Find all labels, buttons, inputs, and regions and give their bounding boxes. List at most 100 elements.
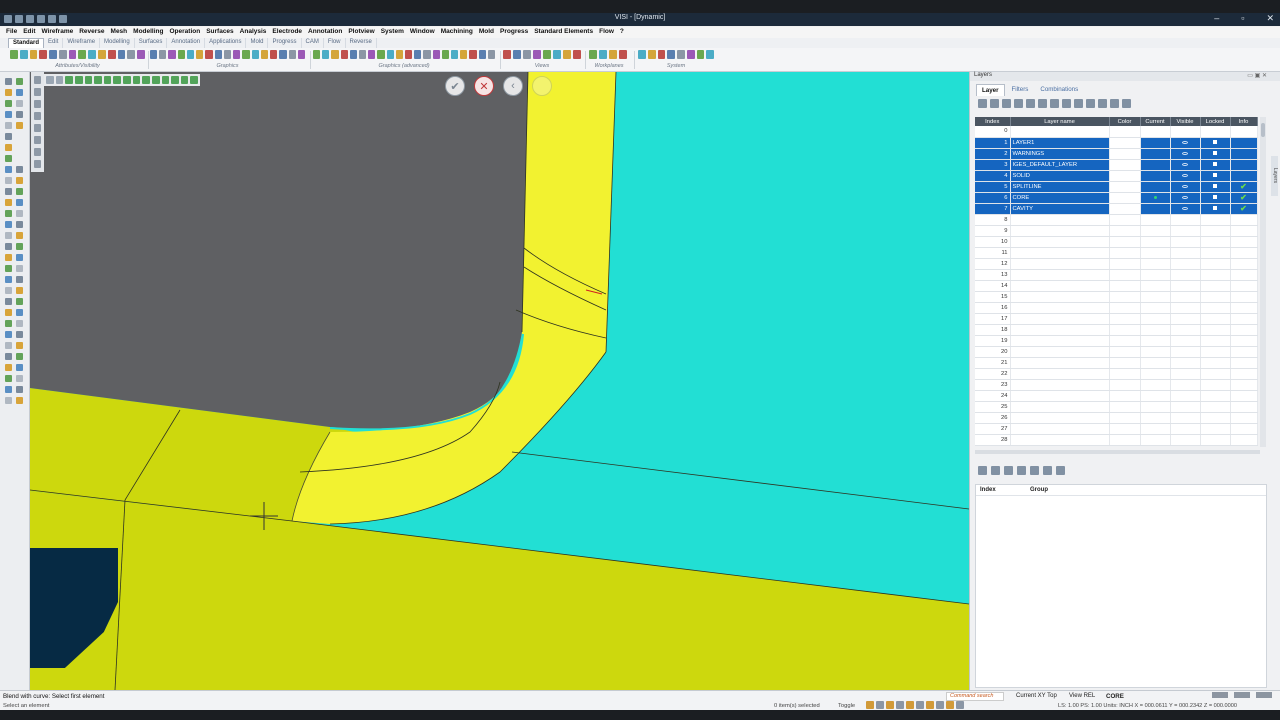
layer-index[interactable]: 8 bbox=[975, 214, 1011, 226]
layer-current[interactable] bbox=[1140, 269, 1171, 281]
eye-icon[interactable] bbox=[1182, 173, 1188, 177]
eye-icon[interactable] bbox=[1182, 140, 1188, 144]
eye-icon[interactable] bbox=[1182, 162, 1188, 166]
tab-flow[interactable]: Flow bbox=[324, 38, 346, 48]
layer-current[interactable] bbox=[1140, 379, 1171, 391]
layer-color[interactable] bbox=[1109, 214, 1141, 226]
layer-name[interactable]: CAVITY bbox=[1010, 203, 1110, 215]
group-tool-icon[interactable] bbox=[991, 466, 1000, 475]
layer-current[interactable] bbox=[1140, 214, 1171, 226]
left-tool-icon[interactable] bbox=[5, 375, 12, 382]
menu-machining[interactable]: Machining bbox=[438, 27, 476, 38]
layer-row[interactable]: 4 SOLID bbox=[975, 170, 1258, 182]
status-control-icon[interactable] bbox=[1212, 692, 1228, 698]
left-tool-icon[interactable] bbox=[16, 265, 23, 272]
layer-index[interactable]: 4 bbox=[975, 170, 1011, 182]
toolbar-tool-icon[interactable] bbox=[423, 50, 431, 59]
filter-icon[interactable] bbox=[142, 76, 150, 84]
layer-current[interactable] bbox=[1140, 412, 1171, 424]
left-tool-icon[interactable] bbox=[16, 397, 23, 404]
toolbar-tool-icon[interactable] bbox=[68, 50, 77, 59]
left-tool-icon[interactable] bbox=[16, 287, 23, 294]
toolbar-tool-icon[interactable] bbox=[10, 50, 18, 59]
layer-index[interactable]: 7 bbox=[975, 203, 1011, 215]
filter-icon[interactable] bbox=[123, 76, 131, 84]
layer-index[interactable]: 14 bbox=[975, 280, 1011, 292]
layer-row[interactable]: 12 bbox=[975, 258, 1258, 270]
toolbar-tool-icon[interactable] bbox=[159, 50, 167, 59]
tab-combinations[interactable]: Combinations bbox=[1035, 84, 1083, 96]
layer-row[interactable]: 16 bbox=[975, 302, 1258, 314]
left-tool-icon[interactable] bbox=[16, 100, 23, 107]
left-tool-icon[interactable] bbox=[5, 210, 12, 217]
toolbar-tool-icon[interactable] bbox=[686, 50, 695, 59]
col-visible[interactable]: Visible bbox=[1170, 117, 1201, 126]
toolbar-tool-icon[interactable] bbox=[340, 50, 348, 59]
layer-color[interactable] bbox=[1109, 313, 1141, 325]
3d-viewport[interactable] bbox=[30, 72, 969, 690]
layer-visible[interactable] bbox=[1170, 379, 1201, 391]
layer-current[interactable] bbox=[1140, 335, 1171, 347]
layer-info[interactable] bbox=[1230, 379, 1258, 391]
tab-standard[interactable]: Standard bbox=[8, 38, 45, 48]
left-tool-icon[interactable] bbox=[34, 76, 41, 84]
toolbar-tool-icon[interactable] bbox=[58, 50, 67, 59]
menu-operation[interactable]: Operation bbox=[167, 27, 204, 38]
toolbar-tool-icon[interactable] bbox=[657, 50, 666, 59]
layer-row[interactable]: 10 bbox=[975, 236, 1258, 248]
layer-color[interactable] bbox=[1109, 434, 1141, 446]
layer-locked[interactable] bbox=[1200, 258, 1231, 270]
layer-locked[interactable] bbox=[1200, 291, 1231, 303]
snap-icon[interactable] bbox=[926, 701, 934, 709]
layer-index[interactable]: 28 bbox=[975, 434, 1011, 446]
layer-visible[interactable] bbox=[1170, 214, 1201, 226]
ortho-icon[interactable] bbox=[896, 701, 904, 709]
layer-locked[interactable] bbox=[1200, 148, 1231, 160]
layer-row[interactable]: 3 IGES_DEFAULT_LAYER bbox=[975, 159, 1258, 171]
layer-name[interactable] bbox=[1010, 291, 1110, 303]
left-tool-icon[interactable] bbox=[16, 210, 23, 217]
layer-color[interactable] bbox=[1109, 126, 1141, 138]
scroll-thumb[interactable] bbox=[1261, 123, 1265, 137]
eye-icon[interactable] bbox=[1182, 151, 1188, 155]
toolbar-tool-icon[interactable] bbox=[432, 50, 440, 59]
toolbar-tool-icon[interactable] bbox=[599, 50, 607, 59]
left-tool-icon[interactable] bbox=[5, 166, 12, 173]
toolbar-tool-icon[interactable] bbox=[331, 50, 339, 59]
left-tool-icon[interactable] bbox=[16, 309, 23, 316]
layer-color[interactable] bbox=[1109, 302, 1141, 314]
left-tool-icon[interactable] bbox=[16, 342, 23, 349]
layer-locked[interactable] bbox=[1200, 247, 1231, 259]
layer-locked[interactable] bbox=[1200, 126, 1231, 138]
layer-name[interactable] bbox=[1010, 401, 1110, 413]
lock-icon[interactable] bbox=[1213, 205, 1217, 210]
left-tool-icon[interactable] bbox=[5, 397, 12, 404]
toolbar-tool-icon[interactable] bbox=[441, 50, 450, 59]
layer-locked[interactable] bbox=[1200, 423, 1231, 435]
left-tool-icon[interactable] bbox=[5, 100, 12, 107]
layer-color[interactable] bbox=[1109, 335, 1141, 347]
layer-current[interactable] bbox=[1140, 302, 1171, 314]
layer-visible[interactable] bbox=[1170, 390, 1201, 402]
toolbar-tool-icon[interactable] bbox=[469, 50, 477, 59]
toolbar-tool-icon[interactable] bbox=[29, 50, 38, 59]
group-tool-icon[interactable] bbox=[1017, 466, 1026, 475]
toolbar-tool-icon[interactable] bbox=[186, 50, 195, 59]
layer-tool-icon[interactable] bbox=[1062, 99, 1071, 108]
filter-icon[interactable] bbox=[171, 76, 179, 84]
left-tool-icon[interactable] bbox=[34, 112, 41, 120]
col-color[interactable]: Color bbox=[1109, 117, 1141, 126]
menu-electrode[interactable]: Electrode bbox=[269, 27, 305, 38]
layer-tool-icon[interactable] bbox=[1038, 99, 1047, 108]
menu-surfaces[interactable]: Surfaces bbox=[203, 27, 236, 38]
layer-row[interactable]: 15 bbox=[975, 291, 1258, 303]
left-tool-icon[interactable] bbox=[16, 320, 23, 327]
layer-info[interactable] bbox=[1230, 412, 1258, 424]
layer-info[interactable] bbox=[1230, 214, 1258, 226]
layer-locked[interactable] bbox=[1200, 401, 1231, 413]
layer-info[interactable] bbox=[1230, 401, 1258, 413]
tab-wireframe[interactable]: Wireframe bbox=[63, 38, 101, 48]
layer-current[interactable] bbox=[1140, 181, 1171, 193]
toolbar-tool-icon[interactable] bbox=[349, 50, 358, 59]
layer-color[interactable] bbox=[1109, 412, 1141, 424]
